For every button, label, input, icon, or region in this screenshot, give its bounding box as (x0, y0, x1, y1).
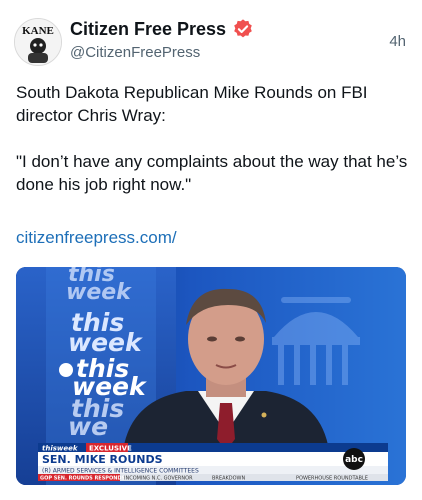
post-text-quote: "I don’t have any complaints about the w… (16, 152, 408, 194)
avatar-image: KANE (15, 19, 61, 65)
ticker-item: POWERHOUSE ROUNDTABLE (296, 476, 368, 482)
video-thumbnail[interactable]: this week this week this week this we th… (16, 267, 406, 485)
network-logo-text: abc (345, 455, 363, 465)
ticker-item: BREAKDOWN (212, 476, 245, 482)
post-body: South Dakota Republican Mike Rounds on F… (16, 81, 411, 196)
chyron-name: SEN. MIKE ROUNDS (42, 453, 163, 466)
ticker-item: GOP SEN. ROUNDS RESPONDS (40, 476, 126, 482)
post-text-line: South Dakota Republican Mike Rounds on F… (16, 83, 368, 125)
ticker-item: INCOMING N.C. GOVERNOR (124, 476, 193, 482)
wall-text: week (68, 328, 143, 357)
post-card[interactable]: KANE Citizen Free Press @CitizenFreePres… (0, 0, 422, 500)
post-timestamp[interactable]: 4h (389, 33, 406, 50)
wall-text: we (68, 412, 108, 441)
verified-badge-icon (232, 18, 254, 40)
display-name[interactable]: Citizen Free Press (70, 19, 226, 40)
account-handle[interactable]: @CitizenFreePress (70, 44, 200, 61)
wall-text: week (66, 280, 132, 305)
post-link[interactable]: citizenfreepress.com/ (16, 228, 177, 248)
chyron-show: thisweek (42, 445, 79, 453)
chyron-tag: EXCLUSIVE (89, 445, 132, 453)
account-avatar[interactable]: KANE (14, 18, 62, 66)
avatar-text: KANE (22, 25, 54, 37)
chyron-title: (R) ARMED SERVICES & INTELLIGENCE COMMIT… (42, 468, 199, 475)
